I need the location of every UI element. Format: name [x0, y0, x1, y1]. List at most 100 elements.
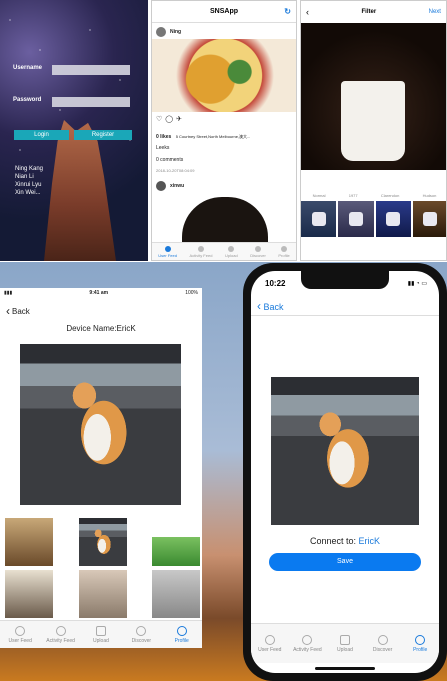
mug-image — [341, 81, 405, 161]
tab-bar: User Feed Activity Feed Upload Discover … — [251, 623, 439, 663]
feed-icon — [164, 245, 171, 252]
tab-upload[interactable]: Upload — [225, 245, 238, 258]
avatar[interactable] — [156, 27, 166, 37]
tab-profile[interactable]: Profile — [403, 634, 437, 653]
status-time: 10:22 — [265, 279, 286, 288]
back-chevron-icon: ‹ — [257, 299, 261, 313]
tab-user-feed[interactable]: User Feed — [158, 245, 177, 258]
save-button[interactable]: Save — [269, 553, 421, 571]
location: 5 Courtney Street,North Melbourne,澳大... — [175, 134, 251, 139]
login-button[interactable]: Login — [14, 130, 69, 140]
filter-thumbnail[interactable] — [338, 201, 374, 237]
gallery-thumbnail[interactable] — [152, 518, 200, 566]
status-time: 9:41 am — [89, 290, 109, 296]
back-chevron-icon: ‹ — [6, 304, 10, 318]
activity-icon — [55, 625, 66, 636]
credit-name: Xin Wei... — [15, 190, 41, 196]
username-input[interactable] — [52, 65, 130, 75]
comments-count[interactable]: 0 comments — [156, 157, 183, 163]
notch — [301, 271, 389, 289]
gallery-thumbnail[interactable] — [152, 570, 200, 618]
home-indicator[interactable] — [315, 667, 375, 670]
filter-name: 1977 — [348, 193, 358, 198]
refresh-icon[interactable]: ↻ — [284, 7, 291, 16]
filter-name: Normal — [312, 193, 326, 198]
credits: Ning Kang Nian Li Xinrui Lyu Xin Wei... — [15, 165, 43, 197]
upload-icon — [228, 245, 235, 252]
upload-icon — [339, 634, 350, 645]
cat-image — [271, 377, 419, 525]
post-header: xinwu — [156, 181, 184, 191]
tab-activity-feed[interactable]: Activity Feed — [290, 634, 324, 653]
share-icon[interactable]: ✈ — [176, 116, 185, 123]
likes-count[interactable]: 0 likes — [156, 134, 171, 140]
back-button[interactable]: ‹ Back — [6, 304, 30, 318]
login-screen: Username Password Login Register Ning Ka… — [0, 0, 148, 261]
device-title: Device Name:EricK — [66, 324, 136, 333]
tab-user-feed[interactable]: User Feed — [3, 625, 37, 644]
signal-icon: ▮▮▮ — [4, 290, 13, 296]
tab-discover[interactable]: Discover — [366, 634, 400, 653]
profile-icon — [415, 634, 426, 645]
app-title: SNSApp — [210, 8, 238, 15]
tab-activity-feed[interactable]: Activity Feed — [44, 625, 78, 644]
feed-icon — [264, 634, 275, 645]
tab-upload[interactable]: Upload — [328, 634, 362, 653]
feed-nav-bar: SNSApp ↻ — [152, 1, 296, 23]
password-label: Password — [13, 97, 42, 103]
tab-discover[interactable]: Discover — [124, 625, 158, 644]
heart-icon[interactable]: ♡ — [156, 116, 165, 123]
next-button[interactable]: Next — [429, 9, 441, 15]
filter-thumbnail[interactable] — [412, 201, 446, 237]
post-author[interactable]: xinwu — [170, 183, 184, 189]
tab-activity-feed[interactable]: Activity Feed — [190, 245, 212, 258]
tab-discover[interactable]: Discover — [250, 245, 266, 258]
gallery-thumbnail[interactable] — [5, 518, 53, 566]
post-meta: 0 likes 5 Courtney Street,North Melbourn… — [156, 134, 250, 140]
timestamp: 2018-10-20T08:04:09 — [156, 168, 195, 173]
activity-icon — [197, 245, 204, 252]
status-bar: ▮▮▮ 9:41 am 100% — [0, 288, 202, 298]
battery-level: 100% — [185, 290, 198, 296]
credit-name: Ning Kang — [15, 166, 44, 172]
tab-bar: User Feed Activity Feed Upload Discover … — [0, 620, 202, 648]
filter-name: Hudson — [422, 193, 437, 198]
profile-icon — [176, 625, 187, 636]
password-input[interactable] — [52, 97, 130, 107]
filter-preview-image — [301, 23, 446, 170]
gallery-thumbnail[interactable] — [79, 518, 127, 566]
divider — [251, 315, 439, 316]
filter-thumbnail[interactable] — [375, 201, 411, 237]
filter-nav-bar: ‹ Filter Next — [301, 1, 446, 23]
cat-image — [20, 344, 181, 505]
filter-name: Clarendon — [380, 193, 400, 198]
tab-profile[interactable]: Profile — [278, 245, 290, 258]
gallery-thumbnail[interactable] — [5, 570, 53, 618]
post-author[interactable]: Ning — [170, 29, 181, 35]
search-icon — [255, 245, 262, 252]
post-actions: ♡◯✈ — [156, 115, 185, 123]
filter-screen: ‹ Filter Next Normal 1977 Clarendon Huds… — [300, 0, 447, 261]
filter-thumbnail[interactable] — [301, 201, 337, 237]
credit-name: Nian Li — [15, 174, 34, 180]
tab-profile[interactable]: Profile — [165, 625, 199, 644]
gallery-thumbnail[interactable] — [79, 570, 127, 618]
nav-title: Filter — [361, 9, 377, 15]
device-screen: ▮▮▮ 9:41 am 100% ‹ Back Device Name:Eric… — [0, 288, 202, 648]
back-button[interactable]: ‹ Back — [257, 299, 284, 313]
filter-names: Normal 1977 Clarendon Hudson — [301, 193, 446, 198]
battery-icon: ▮▮ ◔ ▭ — [407, 281, 427, 287]
back-chevron-icon[interactable]: ‹ — [306, 7, 309, 17]
search-icon — [377, 634, 388, 645]
activity-icon — [302, 634, 313, 645]
feed-screen: SNSApp ↻ Ning ♡◯✈ 0 likes 5 Courtney Str… — [151, 0, 297, 261]
tab-user-feed[interactable]: User Feed — [253, 634, 287, 653]
iphone-frame: 10:22 ▮▮ ◔ ▭ ‹ Back Connect to: EricK Sa… — [243, 263, 447, 681]
avatar[interactable] — [156, 181, 166, 191]
comment-icon[interactable]: ◯ — [165, 116, 176, 123]
feed-icon — [15, 625, 26, 636]
tab-upload[interactable]: Upload — [84, 625, 118, 644]
post-image — [152, 39, 296, 112]
register-button[interactable]: Register — [74, 130, 132, 140]
connect-device-name[interactable]: EricK — [359, 536, 381, 546]
